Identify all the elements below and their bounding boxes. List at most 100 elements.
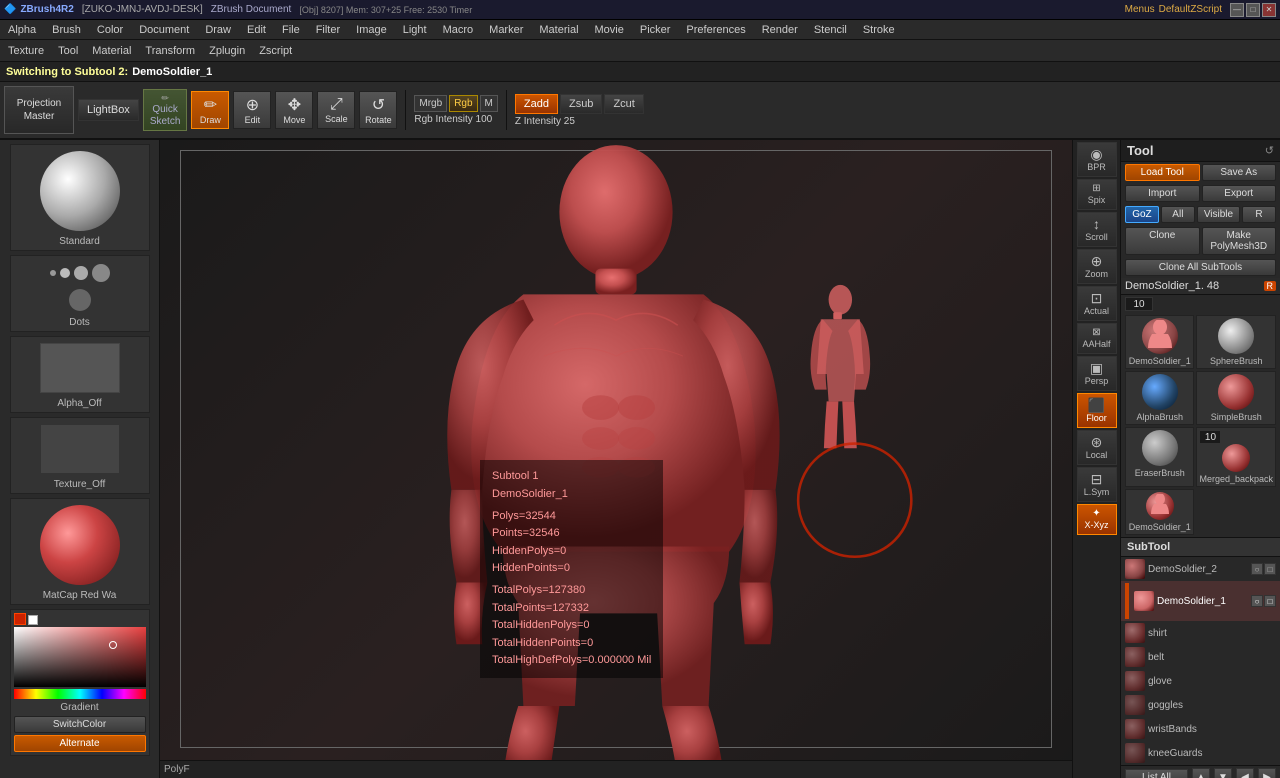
menu-item-brush[interactable]: Brush <box>48 23 85 37</box>
quick-sketch-button[interactable]: ✏ Quick Sketch <box>143 89 188 131</box>
mrgb-button[interactable]: Mrgb <box>414 95 447 112</box>
backpack-num-input[interactable] <box>1199 430 1221 444</box>
menu-item-macro[interactable]: Macro <box>439 23 478 37</box>
menu-item-color[interactable]: Color <box>93 23 127 37</box>
menu-item-filter[interactable]: Filter <box>312 23 344 37</box>
clone-all-subtools-button[interactable]: Clone All SubTools <box>1125 259 1276 276</box>
tool-demosoldier-thumb[interactable]: DemoSoldier_1 <box>1125 315 1194 369</box>
alpha-brush-thumb[interactable]: AlphaBrush <box>1125 371 1194 425</box>
alpha-off-item[interactable]: Alpha_Off <box>10 336 150 413</box>
arrow-down-button[interactable]: ▼ <box>1214 768 1232 778</box>
num-input[interactable] <box>1125 297 1153 311</box>
rotate-tool-button[interactable]: ↺ Rotate <box>359 91 397 129</box>
save-as-button[interactable]: Save As <box>1202 164 1277 181</box>
scale-tool-button[interactable]: ⤢ Scale <box>317 91 355 129</box>
projection-master-button[interactable]: Projection Master <box>4 86 74 134</box>
subtool-ds1-lock[interactable]: □ <box>1264 595 1276 607</box>
matcap-item[interactable]: MatCap Red Wa <box>10 498 150 605</box>
menu-item-material[interactable]: Material <box>535 23 582 37</box>
subtool-ds1-eye[interactable]: ○ <box>1251 595 1263 607</box>
switchcolor-button[interactable]: SwitchColor <box>14 716 146 733</box>
background-color[interactable] <box>28 615 38 625</box>
export-button[interactable]: Export <box>1202 185 1277 202</box>
scroll-button[interactable]: ↕ Scroll <box>1077 212 1117 247</box>
bpr-button[interactable]: ◉ BPR <box>1077 142 1117 177</box>
floor-button[interactable]: ⬛ Floor <box>1077 393 1117 428</box>
clone-button[interactable]: Clone <box>1125 227 1200 255</box>
lightbox-button[interactable]: LightBox <box>78 99 139 121</box>
actual-button[interactable]: ⊡ Actual <box>1077 286 1117 321</box>
menu-item-document[interactable]: Document <box>135 23 193 37</box>
move-tool-button[interactable]: ✥ Move <box>275 91 313 129</box>
zsub-button[interactable]: Zsub <box>560 94 602 114</box>
zoom-button[interactable]: ⊕ Zoom <box>1077 249 1117 284</box>
menu-item-preferences[interactable]: Preferences <box>682 23 749 37</box>
color-gradient-picker[interactable] <box>14 627 146 687</box>
script-label[interactable]: DefaultZScript <box>1159 4 1222 15</box>
m-button[interactable]: M <box>480 95 498 112</box>
tool-panel-refresh-icon[interactable]: ↺ <box>1265 144 1274 157</box>
local-button[interactable]: ⊛ Local <box>1077 430 1117 465</box>
simple-brush-thumb[interactable]: SimpleBrush <box>1196 371 1276 425</box>
maximize-button[interactable]: □ <box>1246 3 1260 17</box>
import-button[interactable]: Import <box>1125 185 1200 202</box>
toolbar2-item-texture[interactable]: Texture <box>4 44 48 58</box>
hue-bar[interactable] <box>14 689 146 699</box>
rgb-button[interactable]: Rgb <box>449 95 477 112</box>
menu-item-stroke[interactable]: Stroke <box>859 23 899 37</box>
subtool-belt[interactable]: belt <box>1121 645 1280 669</box>
subtool-glove[interactable]: glove <box>1121 669 1280 693</box>
persp-button[interactable]: ▣ Persp <box>1077 356 1117 391</box>
sphere-brush-thumb[interactable]: SphereBrush <box>1196 315 1276 369</box>
r-button[interactable]: R <box>1242 206 1276 223</box>
subtool-kneeguards[interactable]: kneeGuards <box>1121 741 1280 765</box>
arrow-up-button[interactable]: ▲ <box>1192 768 1210 778</box>
menu-item-picker[interactable]: Picker <box>636 23 675 37</box>
toolbar2-item-material[interactable]: Material <box>88 44 135 58</box>
menu-item-stencil[interactable]: Stencil <box>810 23 851 37</box>
toolbar2-item-transform[interactable]: Transform <box>141 44 199 58</box>
arrow-left-button[interactable]: ◀ <box>1236 768 1254 778</box>
menus-label[interactable]: Menus <box>1125 4 1155 15</box>
zcut-button[interactable]: Zcut <box>604 94 643 114</box>
menu-item-draw[interactable]: Draw <box>201 23 235 37</box>
subtool-demosoldier1[interactable]: DemoSoldier_1 ○ □ <box>1121 581 1280 621</box>
menu-item-file[interactable]: File <box>278 23 304 37</box>
menu-item-render[interactable]: Render <box>758 23 802 37</box>
list-all-button[interactable]: List All <box>1125 769 1188 778</box>
edit-tool-button[interactable]: ⊕ Edit <box>233 91 271 129</box>
aahalf-button[interactable]: ⊠ AAHalf <box>1077 323 1117 354</box>
canvas-area[interactable]: Subtool 1 DemoSoldier_1 Polys=32544 Poin… <box>160 140 1072 778</box>
spix-button[interactable]: ⊞ Spix <box>1077 179 1117 210</box>
subtool-shirt[interactable]: shirt <box>1121 621 1280 645</box>
draw-tool-button[interactable]: ✏ Draw <box>191 91 229 129</box>
goz-button[interactable]: GoZ <box>1125 206 1159 223</box>
texture-off-item[interactable]: Texture_Off <box>10 417 150 494</box>
close-button[interactable]: ✕ <box>1262 3 1276 17</box>
demosoldier2-thumb[interactable]: DemoSoldier_1 <box>1125 489 1194 535</box>
menu-item-movie[interactable]: Movie <box>591 23 628 37</box>
minimize-button[interactable]: — <box>1230 3 1244 17</box>
color-picker[interactable]: Gradient SwitchColor Alternate <box>10 609 150 756</box>
foreground-color[interactable] <box>14 613 26 625</box>
menu-item-marker[interactable]: Marker <box>485 23 527 37</box>
make-polymesh3d-button[interactable]: Make PolyMesh3D <box>1202 227 1277 255</box>
eraser-brush-thumb[interactable]: EraserBrush <box>1125 427 1194 487</box>
merged-backpack-thumb[interactable]: Merged_backpack <box>1196 427 1276 487</box>
menu-item-alpha[interactable]: Alpha <box>4 23 40 37</box>
toolbar2-item-zscript[interactable]: Zscript <box>255 44 296 58</box>
subtool-wristbands[interactable]: wristBands <box>1121 717 1280 741</box>
zadd-button[interactable]: Zadd <box>515 94 558 114</box>
subtool-ds2-eye[interactable]: ○ <box>1251 563 1263 575</box>
toolbar2-item-zplugin[interactable]: Zplugin <box>205 44 249 58</box>
toolbar2-item-tool[interactable]: Tool <box>54 44 82 58</box>
menu-item-light[interactable]: Light <box>399 23 431 37</box>
load-tool-button[interactable]: Load Tool <box>1125 164 1200 181</box>
subtool-ds2-lock[interactable]: □ <box>1264 563 1276 575</box>
xyz-button[interactable]: ✦ X-Xyz <box>1077 504 1117 535</box>
visible-button[interactable]: Visible <box>1197 206 1240 223</box>
alternate-button[interactable]: Alternate <box>14 735 146 752</box>
dots-brush-item[interactable]: Dots <box>10 255 150 332</box>
standard-brush-item[interactable]: Standard <box>10 144 150 251</box>
menu-item-image[interactable]: Image <box>352 23 391 37</box>
